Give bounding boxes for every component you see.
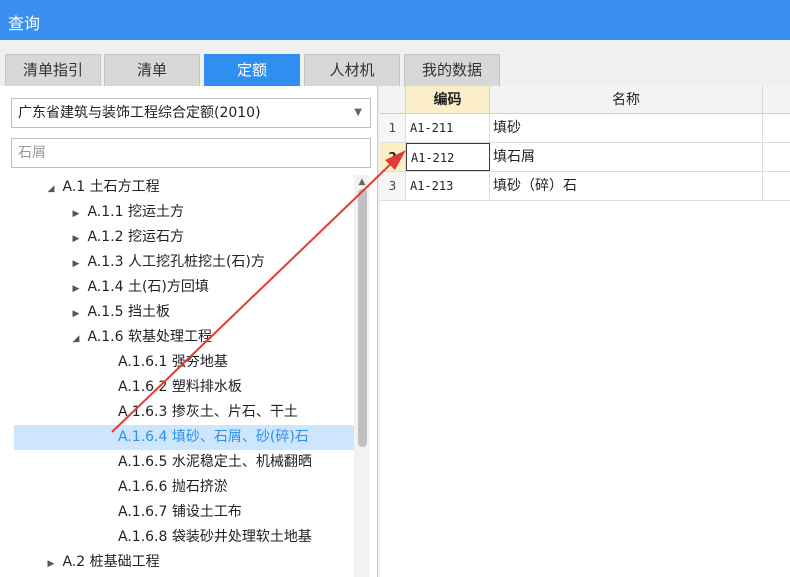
quota-results-table: 编码 名称 1 A1-211 填砂 2 A1-212 填石屑 3 A1-213 … [380,86,790,577]
table-row[interactable]: 2 A1-212 填石屑 [380,143,790,172]
quota-code-cell[interactable]: A1-212 [406,143,490,171]
window-title: 查询 [0,0,790,40]
expanded-icon[interactable]: ◢ [44,177,58,202]
tree-node-a1-1[interactable]: ▶ A.1.1 挖运土方 [69,200,184,225]
quota-name-cell[interactable]: 填砂 [490,114,763,142]
chevron-down-icon[interactable]: ▼ [354,99,362,127]
column-header-name[interactable]: 名称 [490,86,763,114]
tree-node-a1-6-7[interactable]: A.1.6.7 铺设土工布 [118,500,242,525]
extra-cell[interactable] [763,114,790,142]
tree-node-a1-6-2[interactable]: A.1.6.2 塑料排水板 [118,375,242,400]
column-header-code[interactable]: 编码 [406,86,490,114]
tree-node-a1[interactable]: ◢ A.1 土石方工程 [44,175,160,200]
scroll-thumb[interactable] [358,189,367,447]
tab-bar: 清单指引 清单 定额 人材机 我的数据 [0,52,790,86]
row-number-header [380,86,406,114]
extra-cell[interactable] [763,143,790,171]
quota-library-select[interactable]: 广东省建筑与装饰工程综合定额(2010) ▼ [11,98,371,128]
tree-node-a1-4[interactable]: ▶ A.1.4 土(石)方回填 [69,275,209,300]
scroll-up-icon[interactable]: ▲ [354,175,370,189]
tree-scrollbar[interactable]: ▲ [354,175,370,577]
collapsed-icon[interactable]: ▶ [69,302,83,327]
tree-node-a1-3[interactable]: ▶ A.1.3 人工挖孔桩挖土(石)方 [69,250,265,275]
row-number: 2 [380,143,406,171]
tree-node-a1-6-4[interactable]: A.1.6.4 填砂、石屑、砂(碎)石 [14,425,354,450]
tree-node-a1-5[interactable]: ▶ A.1.5 挡土板 [69,300,170,325]
tab-quota[interactable]: 定额 [204,54,300,86]
quota-tree-panel: 广东省建筑与装饰工程综合定额(2010) ▼ 石屑 ◢ A.1 土石方工程 ▶ … [0,86,378,577]
tab-bill[interactable]: 清单 [104,54,200,86]
tree-node-a2[interactable]: ▶ A.2 桩基础工程 [44,550,160,575]
extra-cell[interactable] [763,172,790,200]
quota-tree: ◢ A.1 土石方工程 ▶ A.1.1 挖运土方 ▶ A.1.2 挖运石方 ▶ … [14,175,354,577]
quota-name-cell[interactable]: 填石屑 [490,143,763,171]
tree-node-a1-6-8[interactable]: A.1.6.8 袋装砂井处理软土地基 [118,525,312,550]
tree-node-a1-6-5[interactable]: A.1.6.5 水泥稳定土、机械翻晒 [118,450,312,475]
tab-bill-guide[interactable]: 清单指引 [5,54,101,86]
collapsed-icon[interactable]: ▶ [69,202,83,227]
table-row[interactable]: 1 A1-211 填砂 [380,114,790,143]
tree-node-a1-6[interactable]: ◢ A.1.6 软基处理工程 [69,325,212,350]
row-number: 3 [380,172,406,200]
collapsed-icon[interactable]: ▶ [69,277,83,302]
quota-name-cell[interactable]: 填砂（碎）石 [490,172,763,200]
table-row[interactable]: 3 A1-213 填砂（碎）石 [380,172,790,201]
tab-labor-material-machine[interactable]: 人材机 [304,54,400,86]
column-header-extra[interactable] [763,86,790,114]
search-input[interactable]: 石屑 [11,138,371,168]
collapsed-icon[interactable]: ▶ [69,227,83,252]
quota-code-cell[interactable]: A1-213 [406,172,490,200]
expanded-icon[interactable]: ◢ [69,327,83,352]
tab-my-data[interactable]: 我的数据 [404,54,500,86]
tree-node-a1-6-3[interactable]: A.1.6.3 掺灰土、片石、干土 [118,400,298,425]
tree-node-a1-2[interactable]: ▶ A.1.2 挖运石方 [69,225,184,250]
collapsed-icon[interactable]: ▶ [44,552,58,577]
tree-node-a1-6-6[interactable]: A.1.6.6 抛石挤淤 [118,475,228,500]
quota-code-cell[interactable]: A1-211 [406,114,490,142]
row-number: 1 [380,114,406,142]
quota-library-value: 广东省建筑与装饰工程综合定额(2010) [18,105,261,121]
tree-node-a1-6-1[interactable]: A.1.6.1 强夯地基 [118,350,228,375]
collapsed-icon[interactable]: ▶ [69,252,83,277]
